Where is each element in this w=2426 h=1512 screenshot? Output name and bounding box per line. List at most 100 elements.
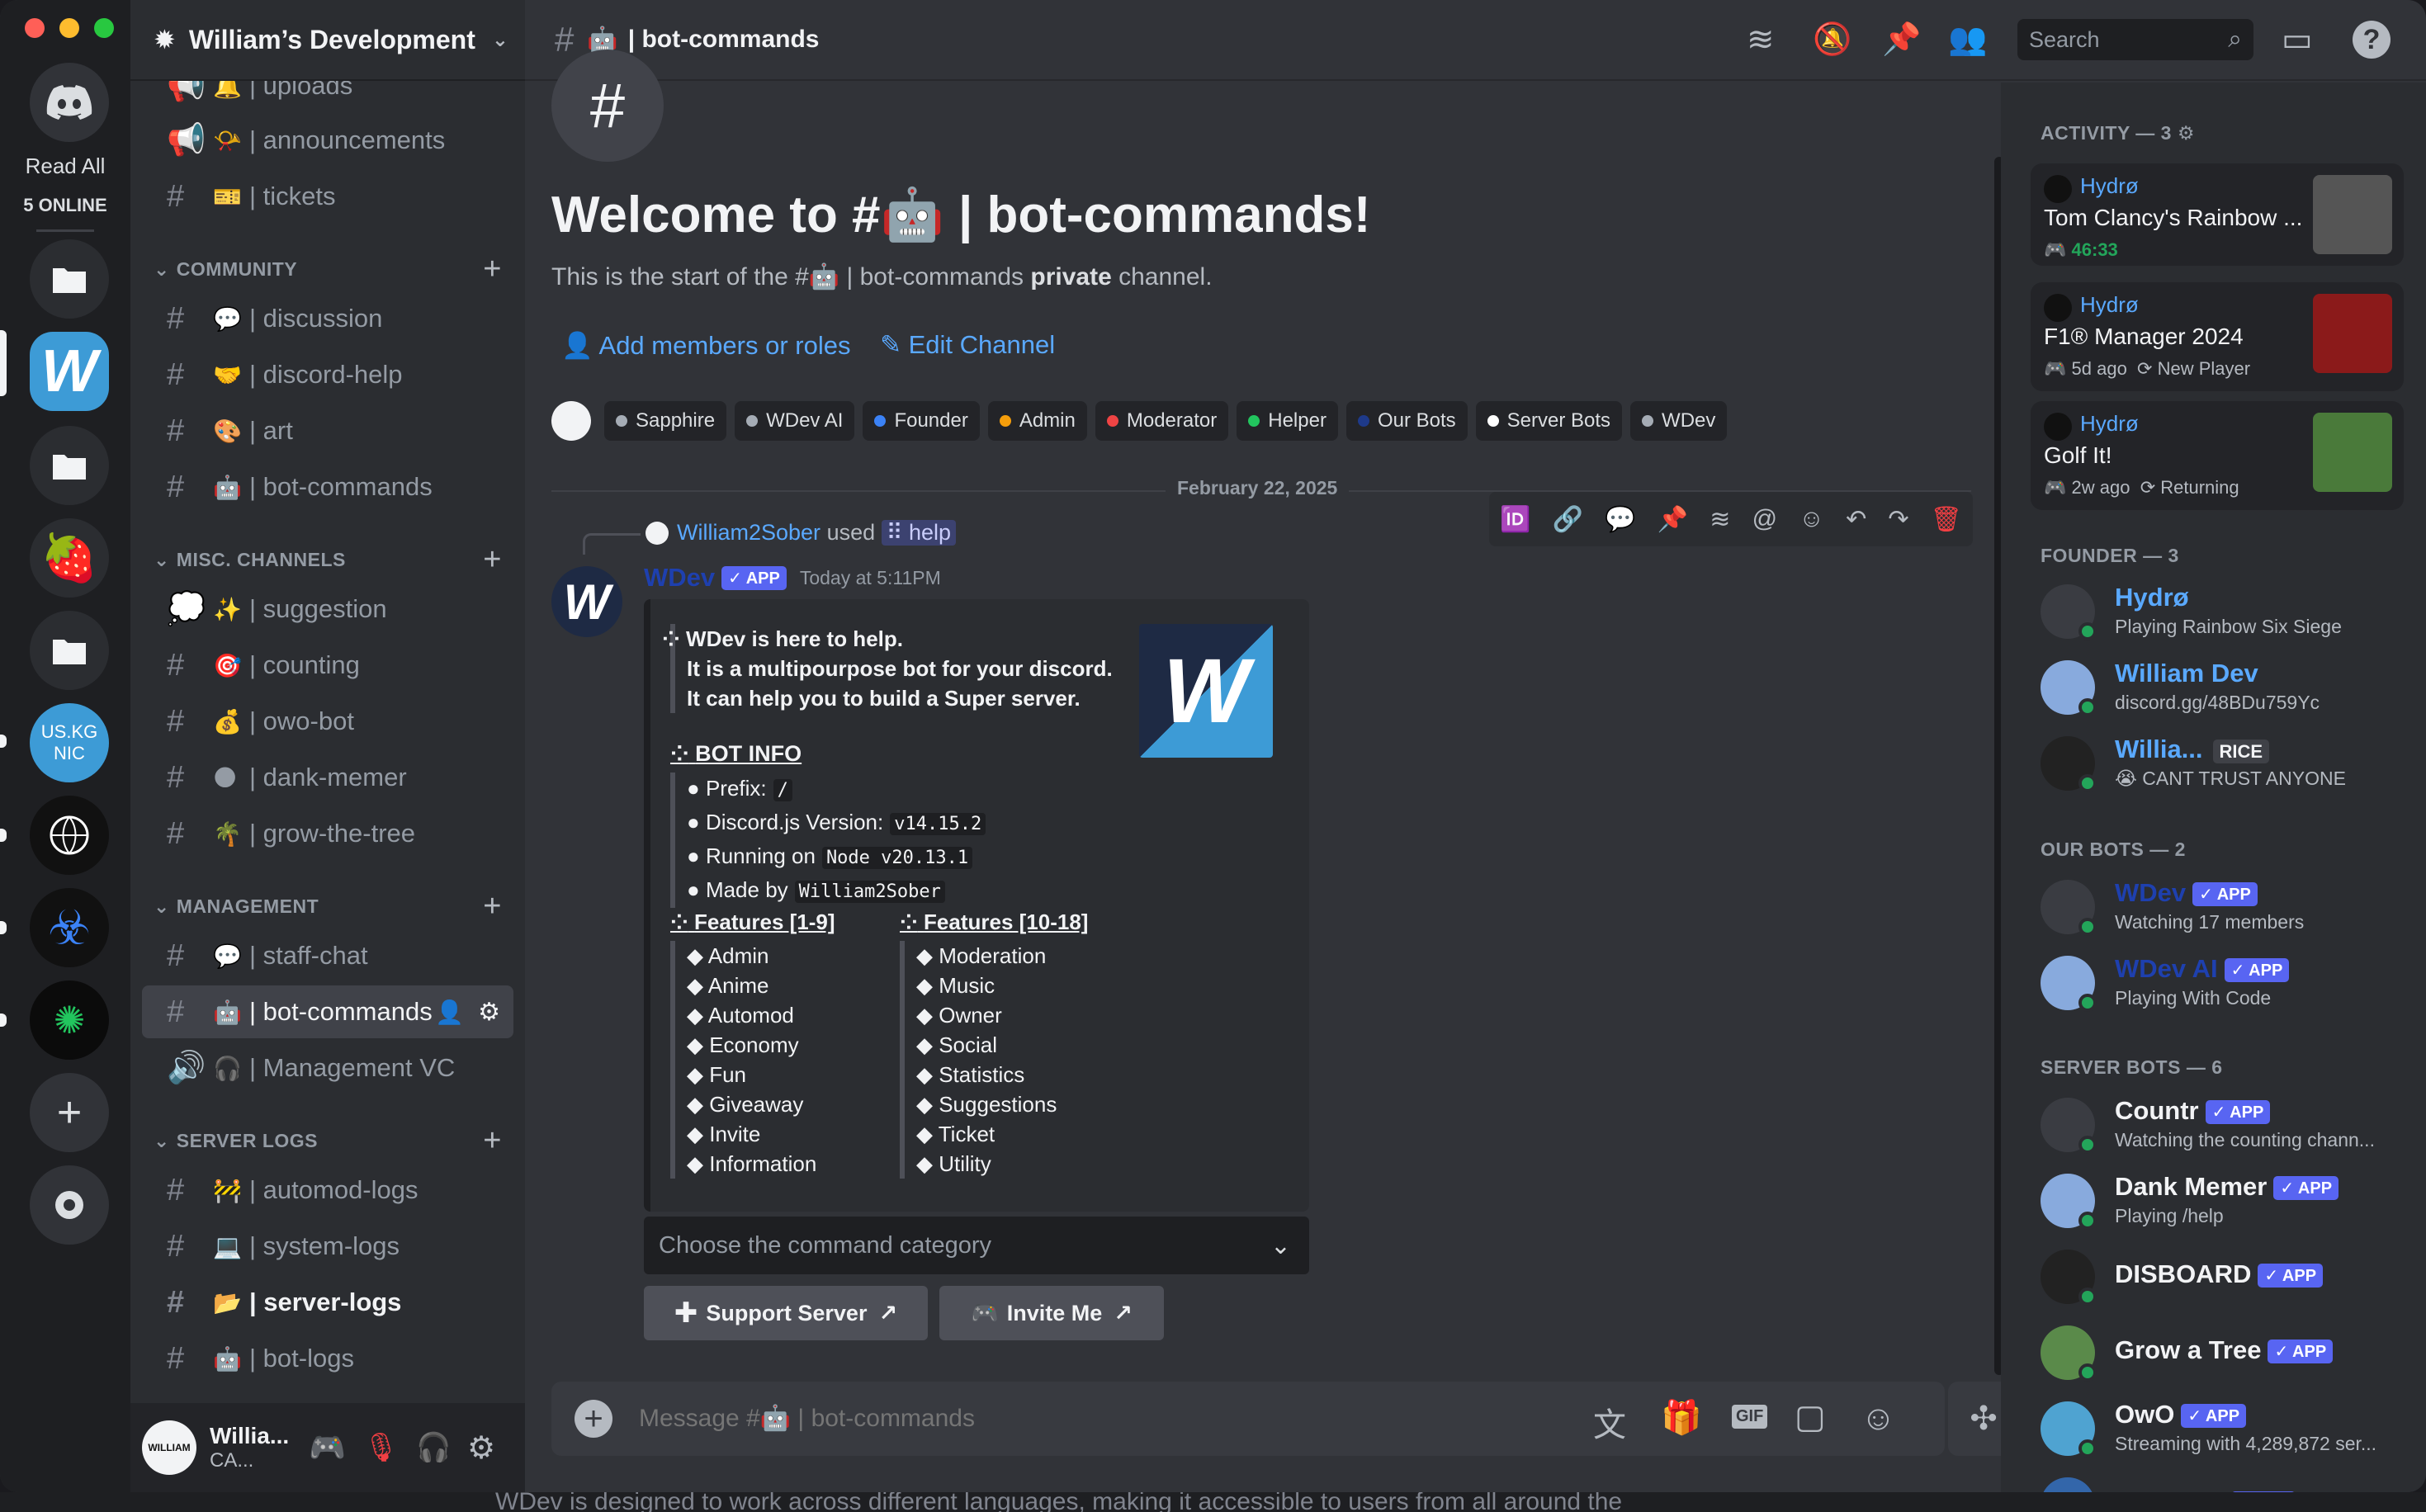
notification-mute-icon[interactable]: 🔕 [1813,21,1851,58]
member-list-icon[interactable]: 👥 [1948,21,1987,58]
member-row[interactable]: William Dev discord.gg/48BDu759Yc [2041,652,2404,726]
invite-icon[interactable]: 👤 [435,999,464,1026]
gear-icon[interactable]: ⚙ [2178,122,2195,144]
avatar[interactable]: WILLIAM [142,1420,196,1475]
forward-icon[interactable]: ↷ [1888,505,1908,534]
reply-user[interactable]: William2Sober [677,520,820,546]
search-input[interactable]: Search ⌕ [2017,19,2253,60]
category-server-logs[interactable]: ⌄ SERVER LOGS + [130,1123,525,1159]
support-server-button[interactable]: ✚ Support Server ↗ [644,1286,928,1340]
settings-gear-icon[interactable]: ⚙ [467,1429,495,1467]
threads-icon[interactable]: ≋ [1747,21,1775,59]
read-all-button[interactable]: Read All [0,154,130,179]
activity-card[interactable]: Hydrø Golf It! 🎮 2w ago ⟳ Returning [2031,401,2404,510]
author-name[interactable]: WDev [644,563,715,593]
add-channel-icon[interactable]: + [483,252,502,287]
channel-grow-the-tree[interactable]: # 🌴 | grow-the-tree [142,807,513,860]
gamepad-icon[interactable]: 🎮 [309,1430,346,1465]
channel-automod-logs[interactable]: # 🚧 | automod-logs [142,1164,513,1217]
member-row[interactable]: DISBOARD ✓ APP [2041,1241,2404,1316]
user-info[interactable]: Willia... CA... [210,1423,289,1472]
channel-bot-logs[interactable]: # 🤖 | bot-logs [142,1332,513,1385]
add-channel-icon[interactable]: + [483,1123,502,1159]
globe-server-icon[interactable] [30,796,109,875]
folder-icon[interactable] [30,611,109,690]
channel-discussion[interactable]: # 💬 | discussion [142,292,513,345]
inbox-icon[interactable]: ▭ [2282,21,2313,59]
member-row[interactable]: Countr ✓ APP Watching the counting chann..… [2041,1089,2404,1164]
pin-icon[interactable]: 📌 [1658,505,1688,534]
member-row[interactable]: Hydrø Playing Rainbow Six Siege [2041,576,2404,650]
pin-icon[interactable]: 📌 [1882,21,1921,58]
category-misc[interactable]: ⌄ MISC. CHANNELS + [130,542,525,578]
strawberry-server-icon[interactable]: 🍓 [30,518,109,598]
add-channel-icon[interactable]: + [483,889,502,924]
channel-server-logs[interactable]: # 📂 | server-logs [142,1276,513,1329]
server-header[interactable]: ✹ William’s Development ⌄ [130,0,525,81]
emoji-icon[interactable]: ☺ [1799,505,1824,533]
threads-icon[interactable]: ≋ [1710,505,1730,534]
reply-command[interactable]: ⠿ help [881,520,956,546]
sticker-icon[interactable]: ▢ [1795,1398,1826,1436]
translate-icon[interactable]: 文 [1593,1398,1626,1446]
help-icon[interactable]: ? [2353,21,2391,59]
id-icon[interactable]: 🆔 [1500,505,1530,534]
channel-bot-commands[interactable]: # 🤖 | bot-commands [142,461,513,513]
channel-announcements[interactable]: 📢 📯 | announcements [142,114,513,167]
add-server-icon[interactable]: + [30,1073,109,1152]
channel-suggestion[interactable]: 💭 ✨ | suggestion [142,583,513,636]
channel-art[interactable]: # 🎨 | art [142,404,513,457]
upload-plus-icon[interactable]: + [575,1400,612,1438]
add-members-link[interactable]: 👤 Add members or roles [561,330,850,361]
edit-channel-link[interactable]: ✎ Edit Channel [880,330,1055,360]
channel-owo-bot[interactable]: # 💰 | owo-bot [142,695,513,748]
headphones-icon[interactable]: 🎧 [416,1431,451,1464]
member-row[interactable]: Dank Memer ✓ APP Playing /help [2041,1165,2404,1240]
category-management[interactable]: ⌄ MANAGEMENT + [130,889,525,924]
role-chip[interactable]: Moderator [1095,401,1229,441]
emoji-icon[interactable]: ☺ [1861,1398,1896,1438]
role-chip[interactable]: WDev AI [735,401,855,441]
usgk-server-icon[interactable]: US.KG NIC [30,703,109,782]
member-row[interactable]: Grow a Tree ✓ APP [2041,1317,2404,1392]
member-row[interactable]: WDev AI ✓ APP Playing With Code [2041,947,2404,1022]
category-community[interactable]: ⌄ COMMUNITY + [130,252,525,287]
channel-bot-commands-selected[interactable]: # 🤖 | bot-commands 👤 ⚙ [142,985,513,1038]
role-chip[interactable]: Sapphire [604,401,727,441]
gift-icon[interactable]: 🎁 [1661,1398,1702,1437]
channel-system-logs[interactable]: # 💻 | system-logs [142,1220,513,1273]
activity-card[interactable]: Hydrø Tom Clancy's Rainbow ... 🎮 46:33 [2031,163,2404,266]
channel-tickets[interactable]: # 🎫 | tickets [142,170,513,223]
delete-icon[interactable]: 🗑 [1931,505,1962,534]
channel-dank-memer[interactable]: # 🌑 | dank-memer [142,751,513,804]
role-chip[interactable]: Our Bots [1345,401,1468,441]
thread-icon[interactable]: 💬 [1605,505,1635,534]
member-row[interactable]: Willia... RICE 😭 CANT TRUST ANYONE [2041,728,2404,802]
team-server-icon[interactable]: ✺ [30,980,109,1060]
role-chip[interactable]: WDev [1630,401,1728,441]
zoom-window-button[interactable] [94,18,114,38]
close-window-button[interactable] [25,18,45,38]
member-row[interactable]: OwO ✓ APP Streaming with 4,289,872 ser... [2041,1393,2404,1467]
role-chip[interactable]: Server Bots [1475,401,1623,441]
gear-icon[interactable]: ⚙ [478,998,500,1027]
folder-icon[interactable] [30,239,109,319]
mention-icon[interactable]: @ [1752,505,1777,533]
biohazard-server-icon[interactable]: ☣ [30,888,109,967]
member-row[interactable]: Sapphire✓ APP [2041,1469,2404,1492]
role-chip[interactable]: Helper [1237,401,1338,441]
channel-counting[interactable]: # 🎯 | counting [142,639,513,692]
role-chip[interactable]: Founder [863,401,980,441]
minimize-window-button[interactable] [59,18,79,38]
member-row[interactable]: WDev ✓ APP Watching 17 members [2041,872,2404,946]
reply-icon[interactable]: ↶ [1846,505,1866,534]
channel-staff-chat[interactable]: # 💬 | staff-chat [142,929,513,982]
mute-mic-icon[interactable]: 🎙 [363,1431,399,1464]
invite-me-button[interactable]: 🎮 Invite Me ↗ [939,1286,1164,1340]
command-category-select[interactable]: Choose the command category ⌄ [644,1217,1309,1274]
bot-avatar[interactable]: W [551,566,622,637]
add-channel-icon[interactable]: + [483,542,502,578]
message-input[interactable] [639,1396,1489,1441]
discord-home-icon[interactable] [30,63,109,142]
channel-uploads[interactable]: 📢 🔔 | uploads [142,81,513,112]
